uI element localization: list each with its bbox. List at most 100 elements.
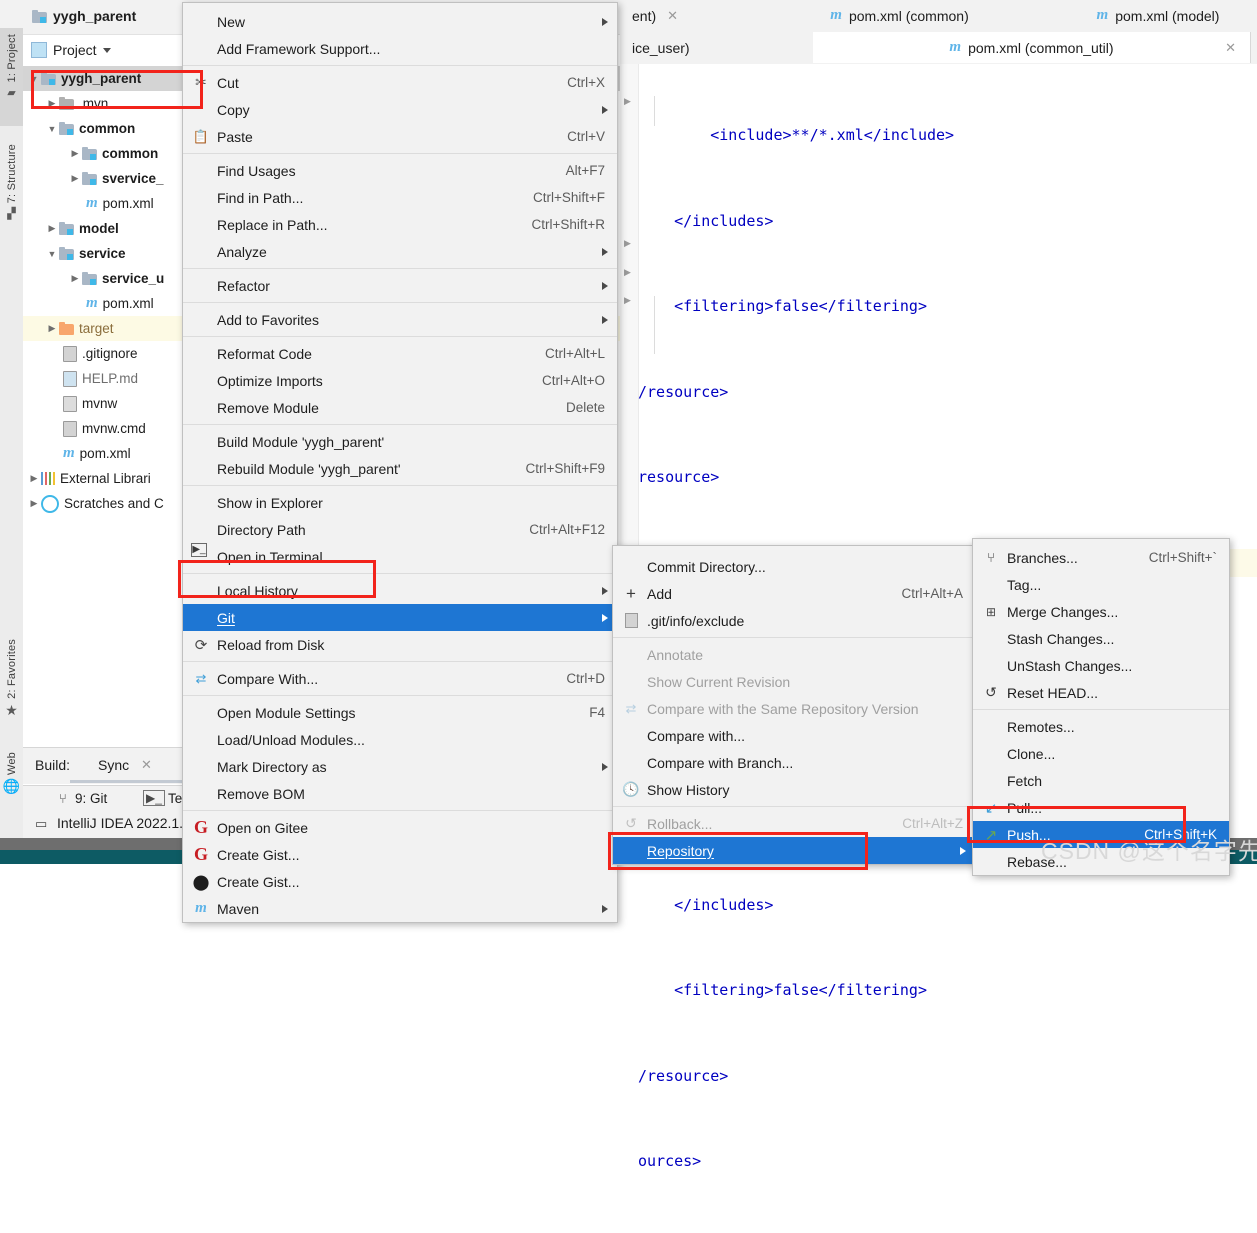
menu-item-repository[interactable]: Repository — [613, 837, 975, 864]
repository-submenu[interactable]: ⑂ Branches... Ctrl+Shift+` Tag... ⊞ Merg… — [972, 538, 1230, 876]
collapse-arrow-icon[interactable]: ▶ — [68, 148, 82, 159]
project-view-selector[interactable]: Project — [31, 38, 111, 62]
tool-button-web[interactable]: Web 🌐 — [0, 748, 23, 814]
menu-item-rebuild-module[interactable]: Rebuild Module 'yygh_parent' Ctrl+Shift+… — [183, 455, 617, 482]
menu-item-open-module-settings[interactable]: Open Module Settings F4 — [183, 699, 617, 726]
menu-item-add[interactable]: + Add Ctrl+Alt+A — [613, 580, 975, 607]
menu-item-accel: Ctrl+Shift+R — [531, 217, 605, 232]
editor-tab-row-2: ice_user) ✕ m pom.xml (common_util) ✕ — [620, 32, 1257, 64]
collapse-arrow-icon[interactable]: ▶ — [45, 323, 59, 334]
menu-item-remove-bom[interactable]: Remove BOM — [183, 780, 617, 807]
menu-item-accel: Ctrl+D — [566, 671, 605, 686]
menu-item-maven[interactable]: m Maven — [183, 895, 617, 922]
tool-button-favorites[interactable]: 2: Favorites ★ — [0, 633, 23, 739]
menu-item-label: Refactor — [217, 277, 270, 294]
menu-item-reset-head[interactable]: ↺ Reset HEAD... — [973, 679, 1229, 706]
menu-item-local-history[interactable]: Local History — [183, 577, 617, 604]
menu-item-merge-changes[interactable]: ⊞ Merge Changes... — [973, 598, 1229, 625]
menu-item-show-history[interactable]: 🕓 Show History — [613, 776, 975, 803]
menu-item-find-in-path[interactable]: Find in Path... Ctrl+Shift+F — [183, 184, 617, 211]
editor-tab-4[interactable]: m pom.xml (common_util) ✕ — [813, 32, 1251, 63]
collapse-arrow-icon[interactable]: ▶ — [45, 223, 59, 234]
menu-item-create-gist-github[interactable]: ⬤ Create Gist... — [183, 868, 617, 895]
menu-item-stash-changes[interactable]: Stash Changes... — [973, 625, 1229, 652]
tree-item-label: pom.xml — [102, 296, 154, 311]
git-submenu[interactable]: Commit Directory... + Add Ctrl+Alt+A .gi… — [612, 545, 976, 865]
menu-item-reload-from-disk[interactable]: ⟳ Reload from Disk — [183, 631, 617, 658]
tool-button-structure[interactable]: 7: Structure ▞ — [0, 138, 23, 246]
menu-item-compare-with[interactable]: Compare with... — [613, 722, 975, 749]
menu-separator — [183, 302, 617, 303]
menu-item-label: Cut — [217, 74, 239, 91]
menu-item-cut[interactable]: ✂ Cut Ctrl+X — [183, 69, 617, 96]
menu-item-fetch[interactable]: Fetch — [973, 767, 1229, 794]
expand-arrow-icon[interactable]: ▼ — [27, 74, 41, 84]
menu-item-pull[interactable]: ↙ Pull... — [973, 794, 1229, 821]
code-line: ources> — [638, 1152, 702, 1170]
menu-item-label: Add — [647, 585, 672, 602]
maven-icon: m — [86, 295, 98, 311]
collapse-arrow-icon[interactable]: ▶ — [45, 98, 59, 109]
branch-icon: ⑂ — [59, 791, 67, 806]
menu-separator — [183, 573, 617, 574]
project-context-menu[interactable]: New Add Framework Support... ✂ Cut Ctrl+… — [182, 2, 618, 923]
menu-item-optimize-imports[interactable]: Optimize Imports Ctrl+Alt+O — [183, 367, 617, 394]
close-icon[interactable]: ✕ — [667, 8, 678, 24]
menu-item-tag[interactable]: Tag... — [973, 571, 1229, 598]
menu-item-clone[interactable]: Clone... — [973, 740, 1229, 767]
menu-item-mark-directory-as[interactable]: Mark Directory as — [183, 753, 617, 780]
menu-item-open-in-terminal[interactable]: ▶_ Open in Terminal — [183, 543, 617, 570]
menu-item-new[interactable]: New — [183, 8, 617, 35]
editor-tab-2[interactable]: m pom.xml (model) — [1035, 0, 1257, 31]
menu-item-refactor[interactable]: Refactor — [183, 272, 617, 299]
menu-item-label: Maven — [217, 900, 260, 917]
editor-tab-3[interactable]: ice_user) ✕ — [620, 32, 838, 63]
menu-item-label: Directory Path — [217, 521, 306, 538]
menu-item-analyze[interactable]: Analyze — [183, 238, 617, 265]
menu-item-compare-with[interactable]: ⇄ Compare With... Ctrl+D — [183, 665, 617, 692]
code-line: resource> — [638, 468, 720, 486]
menu-item-commit-directory[interactable]: Commit Directory... — [613, 553, 975, 580]
close-icon[interactable]: ✕ — [1225, 40, 1236, 56]
collapse-arrow-icon[interactable]: ▶ — [68, 173, 82, 184]
menu-item-show-in-explorer[interactable]: Show in Explorer — [183, 489, 617, 516]
menu-item-add-to-favorites[interactable]: Add to Favorites — [183, 306, 617, 333]
tool-button-project[interactable]: 1: Project ▰ — [0, 28, 23, 126]
menu-item-paste[interactable]: 📋 Paste Ctrl+V — [183, 123, 617, 150]
editor-tab-label: ice_user) — [632, 39, 690, 56]
menu-item-build-module[interactable]: Build Module 'yygh_parent' — [183, 428, 617, 455]
menu-item-copy[interactable]: Copy — [183, 96, 617, 123]
cut-icon: ✂ — [195, 74, 207, 90]
menu-item-replace-in-path[interactable]: Replace in Path... Ctrl+Shift+R — [183, 211, 617, 238]
menu-item-git[interactable]: Git — [183, 604, 617, 631]
script-icon — [63, 395, 77, 412]
close-icon[interactable]: ✕ — [141, 757, 152, 773]
build-sync-tab[interactable]: Sync — [98, 757, 129, 773]
menu-item-open-on-gitee[interactable]: G Open on Gitee — [183, 814, 617, 841]
menu-item-compare-same-repository-version: ⇄ Compare with the Same Repository Versi… — [613, 695, 975, 722]
menu-item-add-framework-support[interactable]: Add Framework Support... — [183, 35, 617, 62]
menu-item-label: Git — [217, 609, 235, 626]
menu-item-branches[interactable]: ⑂ Branches... Ctrl+Shift+` — [973, 544, 1229, 571]
collapse-arrow-icon[interactable]: ▶ — [27, 473, 41, 484]
expand-arrow-icon[interactable]: ▼ — [45, 124, 59, 134]
collapse-arrow-icon[interactable]: ▶ — [68, 273, 82, 284]
collapse-arrow-icon[interactable]: ▶ — [27, 498, 41, 509]
menu-separator — [183, 424, 617, 425]
submenu-arrow-icon — [602, 762, 608, 771]
menu-item-git-info-exclude[interactable]: .git/info/exclude — [613, 607, 975, 634]
menu-item-compare-with-branch[interactable]: Compare with Branch... — [613, 749, 975, 776]
status-item-git[interactable]: 9: Git — [75, 791, 107, 806]
menu-item-unstash-changes[interactable]: UnStash Changes... — [973, 652, 1229, 679]
menu-item-load-unload-modules[interactable]: Load/Unload Modules... — [183, 726, 617, 753]
menu-item-directory-path[interactable]: Directory Path Ctrl+Alt+F12 — [183, 516, 617, 543]
menu-item-remove-module[interactable]: Remove Module Delete — [183, 394, 617, 421]
maven-icon: m — [63, 445, 75, 461]
menu-item-remotes[interactable]: Remotes... — [973, 713, 1229, 740]
menu-item-reformat-code[interactable]: Reformat Code Ctrl+Alt+L — [183, 340, 617, 367]
editor-tab-1[interactable]: m pom.xml (common) ✕ — [740, 0, 1060, 31]
expand-arrow-icon[interactable]: ▼ — [45, 249, 59, 259]
menu-item-label: Find in Path... — [217, 189, 304, 206]
menu-item-find-usages[interactable]: Find Usages Alt+F7 — [183, 157, 617, 184]
menu-item-label: Annotate — [647, 646, 704, 663]
